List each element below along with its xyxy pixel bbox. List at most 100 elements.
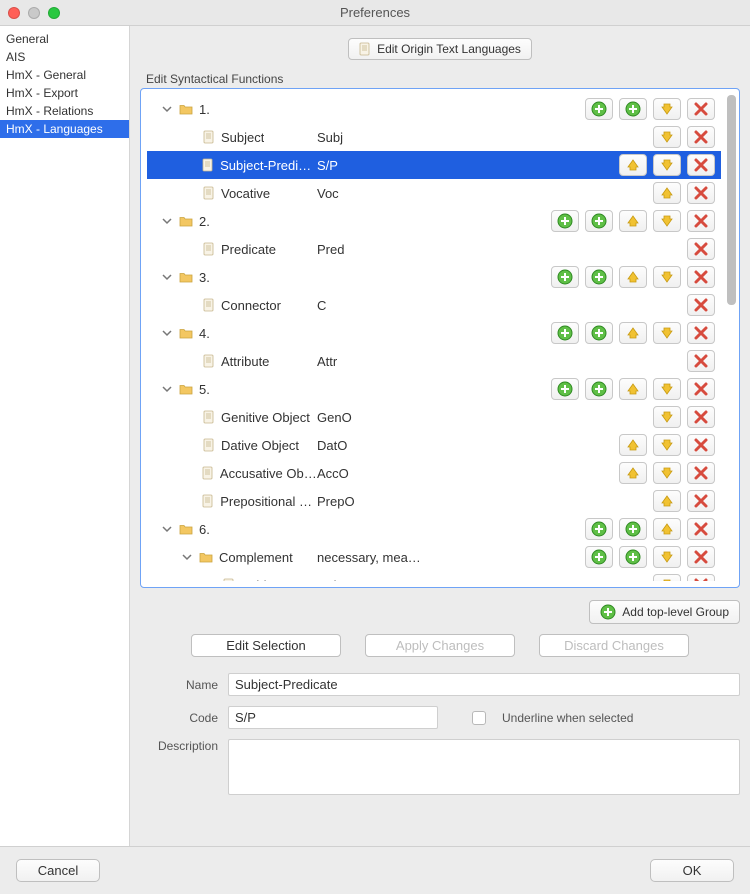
down-button[interactable] — [653, 434, 681, 456]
chevron-down-icon[interactable] — [161, 327, 173, 339]
tree-group-row[interactable]: 4. — [147, 319, 721, 347]
delete-button[interactable] — [687, 154, 715, 176]
tree-leaf-row[interactable]: ConnectorC — [147, 291, 721, 319]
chevron-down-icon[interactable] — [161, 383, 173, 395]
tree-leaf-row[interactable]: Subject-PredicateS/P — [147, 151, 721, 179]
down-button[interactable] — [653, 98, 681, 120]
down-button[interactable] — [653, 266, 681, 288]
up-button[interactable] — [619, 266, 647, 288]
delete-button[interactable] — [687, 518, 715, 540]
down-button[interactable] — [653, 462, 681, 484]
down-button[interactable] — [653, 126, 681, 148]
name-field[interactable]: Subject-Predicate — [228, 673, 740, 696]
down-button[interactable] — [653, 210, 681, 232]
zoom-window-icon[interactable] — [48, 7, 60, 19]
delete-button[interactable] — [687, 406, 715, 428]
delete-button[interactable] — [687, 546, 715, 568]
down-button[interactable] — [653, 546, 681, 568]
cancel-button[interactable]: Cancel — [16, 859, 100, 882]
sidebar-item-5[interactable]: HmX - Languages — [0, 120, 129, 138]
delete-button[interactable] — [687, 378, 715, 400]
scrollbar-thumb[interactable] — [727, 95, 736, 305]
scrollbar[interactable] — [727, 95, 736, 581]
tree-group-row[interactable]: 2. — [147, 207, 721, 235]
underline-checkbox[interactable] — [472, 711, 486, 725]
up-button[interactable] — [653, 518, 681, 540]
up-button[interactable] — [619, 434, 647, 456]
up-button[interactable] — [619, 462, 647, 484]
code-field[interactable]: S/P — [228, 706, 438, 729]
tree-leaf-row[interactable]: VocativeVoc — [147, 179, 721, 207]
delete-button[interactable] — [687, 182, 715, 204]
sidebar-item-2[interactable]: HmX - General — [0, 66, 129, 84]
tree-group-row[interactable]: 1. — [147, 95, 721, 123]
add-button[interactable] — [619, 98, 647, 120]
add-button[interactable] — [551, 378, 579, 400]
add-button[interactable] — [585, 210, 613, 232]
tree-leaf-row[interactable]: SubjectSubj — [147, 123, 721, 151]
delete-button[interactable] — [687, 238, 715, 260]
delete-button[interactable] — [687, 434, 715, 456]
up-button[interactable] — [619, 322, 647, 344]
add-button[interactable] — [585, 378, 613, 400]
sidebar-item-3[interactable]: HmX - Export — [0, 84, 129, 102]
delete-button[interactable] — [687, 294, 715, 316]
add-button[interactable] — [619, 546, 647, 568]
tree-leaf-row[interactable]: Prepositional O…PrepO — [147, 487, 721, 515]
add-button[interactable] — [585, 266, 613, 288]
chevron-down-icon[interactable] — [181, 551, 193, 563]
discard-changes-button[interactable]: Discard Changes — [539, 634, 689, 657]
delete-button[interactable] — [687, 490, 715, 512]
delete-button[interactable] — [687, 98, 715, 120]
up-button[interactable] — [653, 182, 681, 204]
up-button[interactable] — [619, 210, 647, 232]
add-top-level-group-button[interactable]: Add top-level Group — [589, 600, 740, 624]
ok-button[interactable]: OK — [650, 859, 734, 882]
tree-leaf-row[interactable]: Accusative ObjectAccO — [147, 459, 721, 487]
description-field[interactable] — [228, 739, 740, 795]
functions-tree[interactable]: 1.SubjectSubjSubject-PredicateS/PVocativ… — [140, 88, 740, 588]
add-button[interactable] — [585, 98, 613, 120]
add-button[interactable] — [551, 266, 579, 288]
edit-origin-languages-button[interactable]: Edit Origin Text Languages — [348, 38, 532, 60]
delete-button[interactable] — [687, 210, 715, 232]
down-button[interactable] — [653, 406, 681, 428]
edit-selection-button[interactable]: Edit Selection — [191, 634, 341, 657]
tree-leaf-row[interactable]: Dative ObjectDatO — [147, 431, 721, 459]
chevron-down-icon[interactable] — [161, 215, 173, 227]
delete-button[interactable] — [687, 126, 715, 148]
delete-button[interactable] — [687, 350, 715, 372]
sidebar-item-1[interactable]: AIS — [0, 48, 129, 66]
tree-leaf-row[interactable]: PredicatePred — [147, 235, 721, 263]
add-button[interactable] — [585, 546, 613, 568]
down-button[interactable] — [653, 378, 681, 400]
up-button[interactable] — [653, 490, 681, 512]
chevron-down-icon[interactable] — [161, 523, 173, 535]
add-button[interactable] — [619, 518, 647, 540]
chevron-down-icon[interactable] — [161, 271, 173, 283]
delete-button[interactable] — [687, 574, 715, 581]
sidebar-item-0[interactable]: General — [0, 30, 129, 48]
down-button[interactable] — [653, 574, 681, 581]
down-button[interactable] — [653, 322, 681, 344]
down-button[interactable] — [653, 154, 681, 176]
add-button[interactable] — [551, 322, 579, 344]
chevron-down-icon[interactable] — [161, 103, 173, 115]
tree-leaf-row[interactable]: Genitive ObjectGenO — [147, 403, 721, 431]
tree-leaf-row[interactable]: AttributeAttr — [147, 347, 721, 375]
tree-leaf-row[interactable]: Subject-Ind…SIdC — [147, 571, 721, 581]
delete-button[interactable] — [687, 266, 715, 288]
tree-group-row[interactable]: 5. — [147, 375, 721, 403]
add-button[interactable] — [585, 322, 613, 344]
tree-group-row[interactable]: Complementnecessary, mea… — [147, 543, 721, 571]
delete-button[interactable] — [687, 322, 715, 344]
add-button[interactable] — [585, 518, 613, 540]
sidebar-item-4[interactable]: HmX - Relations — [0, 102, 129, 120]
tree-group-row[interactable]: 3. — [147, 263, 721, 291]
up-button[interactable] — [619, 154, 647, 176]
close-window-icon[interactable] — [8, 7, 20, 19]
add-button[interactable] — [551, 210, 579, 232]
apply-changes-button[interactable]: Apply Changes — [365, 634, 515, 657]
up-button[interactable] — [619, 378, 647, 400]
delete-button[interactable] — [687, 462, 715, 484]
